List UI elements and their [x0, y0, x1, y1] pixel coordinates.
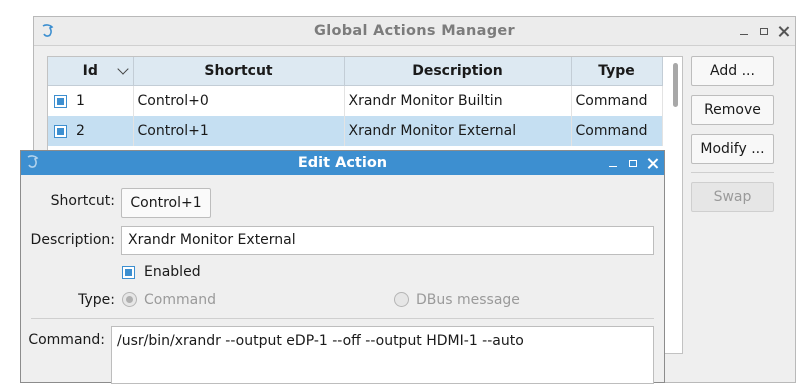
description-label: Description:: [30, 232, 115, 248]
type-command-radio[interactable]: [122, 292, 137, 307]
enabled-label: Enabled: [144, 264, 201, 280]
column-header-id[interactable]: Id: [48, 57, 134, 86]
type-dbus-label: DBus message: [416, 292, 520, 308]
description-field[interactable]: Xrandr Monitor External: [121, 226, 654, 255]
close-icon[interactable]: [778, 26, 789, 37]
swap-button[interactable]: Swap: [691, 182, 774, 212]
dialog-title: Edit Action: [297, 155, 388, 171]
close-icon[interactable]: [647, 158, 658, 169]
maximize-icon[interactable]: [627, 158, 638, 169]
table-row[interactable]: 1 Control+0 Xrandr Monitor Builtin Comma…: [48, 85, 663, 116]
edit-action-dialog: Edit Action Shortcut: Control+1 Descript…: [20, 150, 665, 384]
column-header-shortcut[interactable]: Shortcut: [133, 57, 345, 86]
vertical-scrollbar[interactable]: [673, 63, 678, 107]
main-titlebar[interactable]: Global Actions Manager: [34, 17, 795, 46]
minimize-icon[interactable]: [607, 158, 618, 169]
window-title: Global Actions Manager: [314, 23, 515, 39]
add-button[interactable]: Add ...: [691, 56, 774, 86]
maximize-icon[interactable]: [758, 26, 769, 37]
chevron-down-icon[interactable]: [116, 63, 129, 75]
minimize-icon[interactable]: [738, 26, 749, 37]
table-row[interactable]: 2 Control+1 Xrandr Monitor External Comm…: [48, 116, 663, 146]
modify-button[interactable]: Modify ...: [691, 134, 774, 164]
type-dbus-radio[interactable]: [394, 292, 409, 307]
shortcut-label: Shortcut:: [50, 193, 115, 209]
column-header-type[interactable]: Type: [571, 57, 663, 86]
enabled-checkbox[interactable]: [122, 266, 135, 279]
row-enabled-checkbox[interactable]: [54, 94, 67, 108]
type-label: Type:: [78, 292, 115, 308]
column-header-description[interactable]: Description: [344, 57, 572, 86]
command-textarea[interactable]: /usr/bin/xrandr --output eDP-1 --off --o…: [111, 326, 654, 384]
button-separator: [691, 172, 774, 173]
row-enabled-checkbox[interactable]: [54, 124, 67, 138]
remove-button[interactable]: Remove: [691, 95, 774, 125]
type-command-label: Command: [144, 292, 216, 308]
dialog-titlebar[interactable]: Edit Action: [21, 151, 664, 175]
shortcut-button[interactable]: Control+1: [121, 188, 211, 218]
separator: [31, 318, 654, 319]
command-label: Command:: [28, 332, 105, 348]
